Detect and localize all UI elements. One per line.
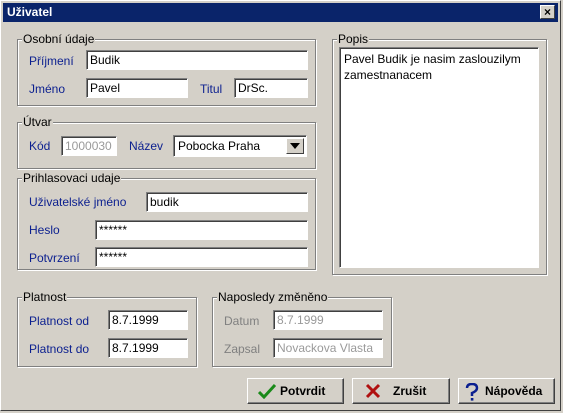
dropdown-button[interactable] (286, 138, 304, 154)
username-label: Uživatelské jméno (29, 195, 127, 209)
changed-by-label: Zapsal (224, 342, 261, 356)
unit-name-value: Pobocka Praha (178, 139, 261, 153)
close-icon: × (543, 5, 551, 19)
cancel-label: Zrušit (393, 384, 427, 398)
check-icon (258, 383, 276, 399)
login-legend: Prihlasovaci udaje (22, 171, 122, 185)
title-label: Titul (200, 82, 223, 96)
last-changed-legend: Naposledy změněno (217, 290, 329, 304)
personal-legend: Osobní údaje (22, 32, 96, 46)
password-label: Heslo (29, 223, 60, 237)
chevron-down-icon (290, 143, 300, 149)
valid-to-label: Platnost do (29, 342, 90, 356)
title-bar[interactable]: Uživatel × (3, 3, 558, 22)
valid-from-label: Platnost od (29, 314, 90, 328)
changed-date-field[interactable]: 8.7.1999 (273, 310, 383, 330)
validity-legend: Platnost (22, 290, 68, 304)
changed-by-field[interactable]: Novackova Vlasta (273, 338, 383, 358)
code-label: Kód (29, 139, 51, 153)
confirm-password-label: Potvrzení (29, 251, 80, 265)
unit-name-select[interactable]: Pobocka Praha (173, 135, 307, 157)
valid-to-field[interactable]: 8.7.1999 (108, 338, 188, 358)
cancel-button[interactable]: Zrušit (352, 378, 450, 404)
help-button[interactable]: Nápověda (458, 378, 555, 404)
valid-from-field[interactable]: 8.7.1999 (108, 310, 188, 330)
title-field[interactable]: DrSc. (234, 78, 308, 98)
help-label: Nápověda (485, 384, 543, 398)
close-button[interactable]: × (540, 5, 555, 19)
description-legend: Popis (337, 32, 370, 46)
unit-name-label: Název (129, 139, 164, 153)
username-field[interactable]: budik (146, 192, 308, 212)
x-icon (365, 383, 381, 399)
confirm-label: Potvrdit (280, 384, 326, 398)
changed-date-label: Datum (224, 314, 260, 328)
user-dialog: Uživatel × Osobní údaje Příjmení Budik J… (0, 0, 561, 411)
confirm-button[interactable]: Potvrdit (247, 378, 344, 404)
firstname-field[interactable]: Pavel (86, 78, 188, 98)
unit-legend: Útvar (22, 115, 53, 129)
surname-field[interactable]: Budik (86, 50, 308, 70)
description-textarea[interactable]: Pavel Budik je nasim zaslouzilym zamestn… (339, 47, 539, 268)
surname-label: Příjmení (29, 54, 74, 68)
question-icon (465, 383, 479, 401)
confirm-password-field[interactable]: ****** (95, 247, 308, 267)
code-field[interactable]: 1000030 (61, 136, 117, 156)
firstname-label: Jméno (29, 82, 66, 96)
window-title: Uživatel (7, 5, 53, 19)
password-field[interactable]: ****** (95, 220, 308, 240)
